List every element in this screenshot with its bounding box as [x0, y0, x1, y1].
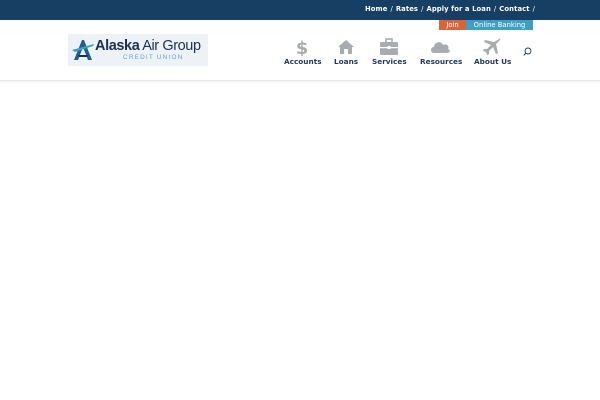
nav-item-resources[interactable]: Resources [420, 38, 463, 68]
top-links: Home / Rates / Apply for a Loan / Contac… [365, 5, 538, 13]
rates-link[interactable]: Rates [396, 5, 418, 13]
header-shadow [0, 81, 600, 84]
nav-item-loans[interactable]: Loans [334, 38, 358, 68]
link-separator: / [532, 5, 535, 13]
link-separator: / [493, 5, 497, 13]
home-link[interactable]: Home [365, 5, 387, 13]
join-button[interactable]: Join [439, 20, 466, 30]
cloud-icon [431, 42, 450, 53]
svg-text:$: $ [296, 38, 308, 56]
nav-item-services[interactable]: Services [372, 38, 407, 68]
link-separator: / [390, 5, 393, 13]
nav-item-about-us[interactable]: About Us [474, 38, 512, 68]
logo-subtitle: CREDIT UNION [123, 54, 184, 61]
dollar-icon: $ [296, 38, 308, 56]
nav-label-loans: Loans [334, 57, 359, 66]
nav-label-resources: Resources [420, 57, 463, 66]
online-banking-button[interactable]: Online Banking [466, 20, 533, 30]
site-logo[interactable]: Alaska Air Group CREDIT UNION [68, 34, 208, 66]
logo-title: Alaska Air Group [95, 38, 201, 54]
nav-label-about-us: About Us [474, 57, 512, 66]
nav-item-accounts[interactable]: $ Accounts [284, 38, 322, 68]
briefcase-icon [380, 38, 398, 55]
search-icon[interactable] [523, 47, 532, 56]
link-separator: / [421, 5, 424, 13]
airplane-icon [483, 38, 501, 55]
house-icon [338, 40, 354, 54]
apply-for-loan-link[interactable]: Apply for a Loan [426, 5, 490, 13]
top-bar: Home / Rates / Apply for a Loan / Contac… [0, 0, 600, 20]
nav-label-services: Services [372, 57, 407, 66]
logo-mark-icon [72, 40, 94, 60]
contact-link[interactable]: Contact [499, 5, 529, 13]
nav-label-accounts: Accounts [284, 57, 322, 66]
